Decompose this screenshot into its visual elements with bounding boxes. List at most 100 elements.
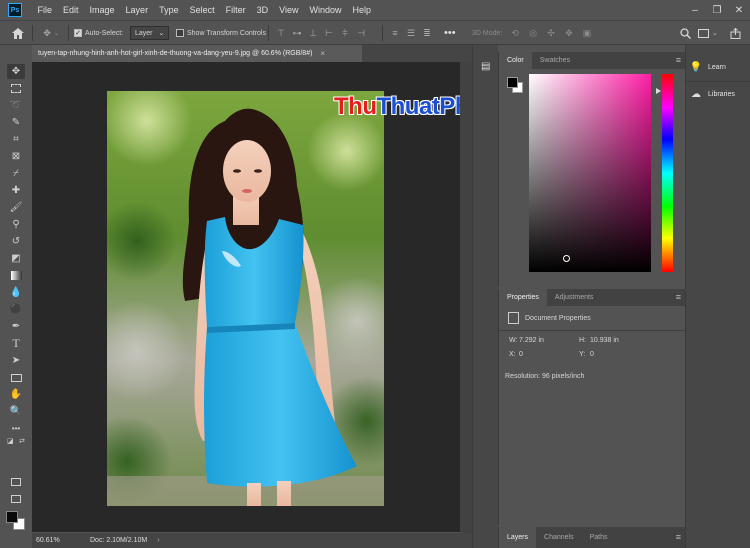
blur-tool-icon[interactable]: 💧 [7, 285, 25, 300]
align-left-icon[interactable]: ⊢ [322, 27, 336, 39]
type-tool-icon[interactable]: T [7, 336, 25, 351]
x-value[interactable]: 0 [519, 351, 523, 358]
libraries-icon: ☁ [691, 88, 701, 100]
tab-adjustments[interactable]: Adjustments [547, 289, 602, 306]
distribute-vcenter-icon[interactable]: ☰ [404, 27, 418, 39]
marquee-tool-icon[interactable] [7, 81, 25, 96]
menu-window[interactable]: Window [304, 5, 347, 15]
distribute-bottom-icon[interactable]: ≣ [420, 27, 434, 39]
auto-select-checkbox[interactable]: ✓ Auto-Select: [74, 21, 123, 45]
window-controls: – ❐ ✕ [684, 0, 750, 20]
align-vcenter-icon[interactable]: ⊶ [290, 27, 304, 39]
menu-edit[interactable]: Edit [58, 5, 85, 15]
3d-orbit-icon[interactable]: ⟲ [508, 27, 522, 39]
default-colors-icon[interactable]: ◪ ⇄ [7, 436, 25, 446]
menu-layer[interactable]: Layer [120, 5, 154, 15]
show-transform-checkbox[interactable]: Show Transform Controls [176, 21, 266, 45]
foreground-color-swatch[interactable] [6, 511, 18, 523]
menu-image[interactable]: Image [84, 5, 120, 15]
move-tool-icon[interactable]: ✥ [7, 64, 25, 79]
menu-type[interactable]: Type [154, 5, 185, 15]
restore-button[interactable]: ❐ [706, 0, 728, 20]
tab-channels[interactable]: Channels [536, 527, 582, 548]
menu-filter[interactable]: Filter [220, 5, 251, 15]
path-selection-tool-icon[interactable]: ➤ [7, 353, 25, 368]
share-icon[interactable] [730, 21, 741, 45]
document-tab[interactable]: tuyen-tap-nhung-hinh-anh-hot-girl-xinh-d… [32, 45, 362, 62]
show-transform-label: Show Transform Controls [187, 29, 266, 37]
color-panel: Color Swatches ≡ [498, 52, 685, 287]
width-label: W: [509, 337, 518, 344]
color-picker-cursor[interactable] [563, 255, 570, 262]
auto-select-target-dropdown[interactable]: Layer ⌄ [130, 26, 170, 40]
color-foreground-swatch[interactable] [507, 77, 518, 88]
width-value[interactable]: 7.292 in [519, 337, 544, 344]
watermark-part1: Thu [334, 93, 377, 120]
panel-menu-icon[interactable]: ≡ [676, 532, 681, 542]
menu-select[interactable]: Select [184, 5, 220, 15]
chevron-down-icon: ⌄ [158, 30, 165, 37]
menu-3d[interactable]: 3D [251, 5, 274, 15]
align-hcenter-icon[interactable]: ⫩ [338, 27, 352, 39]
menu-file[interactable]: File [32, 5, 58, 15]
menu-view[interactable]: View [274, 5, 304, 15]
dodge-tool-icon[interactable]: ⚫ [7, 302, 25, 317]
brush-tool-icon[interactable]: 🖌 [7, 200, 25, 215]
zoom-tool-icon[interactable]: 🔍 [7, 404, 25, 419]
hand-tool-icon[interactable]: ✋ [7, 387, 25, 402]
gradient-tool-icon[interactable] [7, 268, 25, 283]
3d-slide-icon[interactable]: ✥ [562, 27, 576, 39]
frame-tool-icon[interactable]: ⊠ [7, 149, 25, 164]
tab-properties[interactable]: Properties [499, 289, 547, 306]
align-right-icon[interactable]: ⊣ [354, 27, 368, 39]
chevron-right-icon[interactable]: › [157, 537, 159, 544]
document-image[interactable] [107, 91, 384, 506]
crop-tool-icon[interactable]: ⌗ [7, 132, 25, 147]
3d-camera-icon[interactable]: ▣ [580, 27, 594, 39]
hue-pointer-icon[interactable] [656, 88, 661, 94]
height-value[interactable]: 10.938 in [590, 337, 619, 344]
quick-selection-tool-icon[interactable]: ✎ [7, 115, 25, 130]
history-icon[interactable]: ▤ [481, 61, 490, 72]
screen-mode-icon[interactable] [7, 491, 25, 506]
pen-tool-icon[interactable]: ✒ [7, 319, 25, 334]
libraries-button[interactable]: ☁ Libraries [690, 84, 748, 104]
panel-menu-icon[interactable]: ≡ [676, 55, 681, 65]
tab-layers[interactable]: Layers [499, 527, 537, 548]
tab-paths[interactable]: Paths [582, 527, 616, 548]
panel-menu-icon[interactable]: ≡ [676, 292, 681, 302]
eyedropper-tool-icon[interactable]: ⌿ [7, 166, 25, 181]
minimize-button[interactable]: – [684, 0, 706, 20]
align-bottom-icon[interactable]: ⊥ [306, 27, 320, 39]
learn-button[interactable]: 💡 Learn [690, 57, 748, 77]
3d-roll-icon[interactable]: ◎ [526, 27, 540, 39]
move-tool-icon[interactable]: ✥ ⌄ [40, 21, 59, 45]
distribute-top-icon[interactable]: ≡ [388, 27, 402, 39]
vertical-scrollbar[interactable] [460, 62, 472, 533]
clone-stamp-tool-icon[interactable]: ⚲ [7, 217, 25, 232]
align-top-icon[interactable]: ⊤ [274, 27, 288, 39]
home-icon[interactable] [12, 21, 24, 45]
history-brush-tool-icon[interactable]: ↺ [7, 234, 25, 249]
3d-pan-icon[interactable]: ✣ [544, 27, 558, 39]
workspace-switcher[interactable]: ⌄ [698, 21, 718, 45]
menu-help[interactable]: Help [347, 5, 377, 15]
close-icon[interactable]: × [320, 49, 325, 58]
tab-color[interactable]: Color [499, 52, 532, 69]
more-options-icon[interactable]: ••• [444, 21, 456, 45]
hue-slider[interactable] [662, 74, 673, 272]
quick-mask-icon[interactable] [7, 474, 25, 489]
close-button[interactable]: ✕ [728, 0, 750, 20]
lasso-tool-icon[interactable]: ➰ [7, 98, 25, 113]
healing-brush-tool-icon[interactable]: ✚ [7, 183, 25, 198]
edit-toolbar-icon[interactable]: ••• [7, 421, 25, 436]
search-icon[interactable] [680, 21, 691, 45]
workspace-icon [698, 28, 709, 38]
eraser-tool-icon[interactable]: ◩ [7, 251, 25, 266]
zoom-level[interactable]: 60.61% [36, 537, 78, 544]
color-picker-field[interactable] [529, 74, 651, 272]
y-value[interactable]: 0 [590, 351, 594, 358]
status-bar: 60.61% Doc: 2.10M/2.10M › [32, 533, 472, 548]
tab-swatches[interactable]: Swatches [532, 52, 578, 69]
rectangle-tool-icon[interactable] [7, 370, 25, 385]
